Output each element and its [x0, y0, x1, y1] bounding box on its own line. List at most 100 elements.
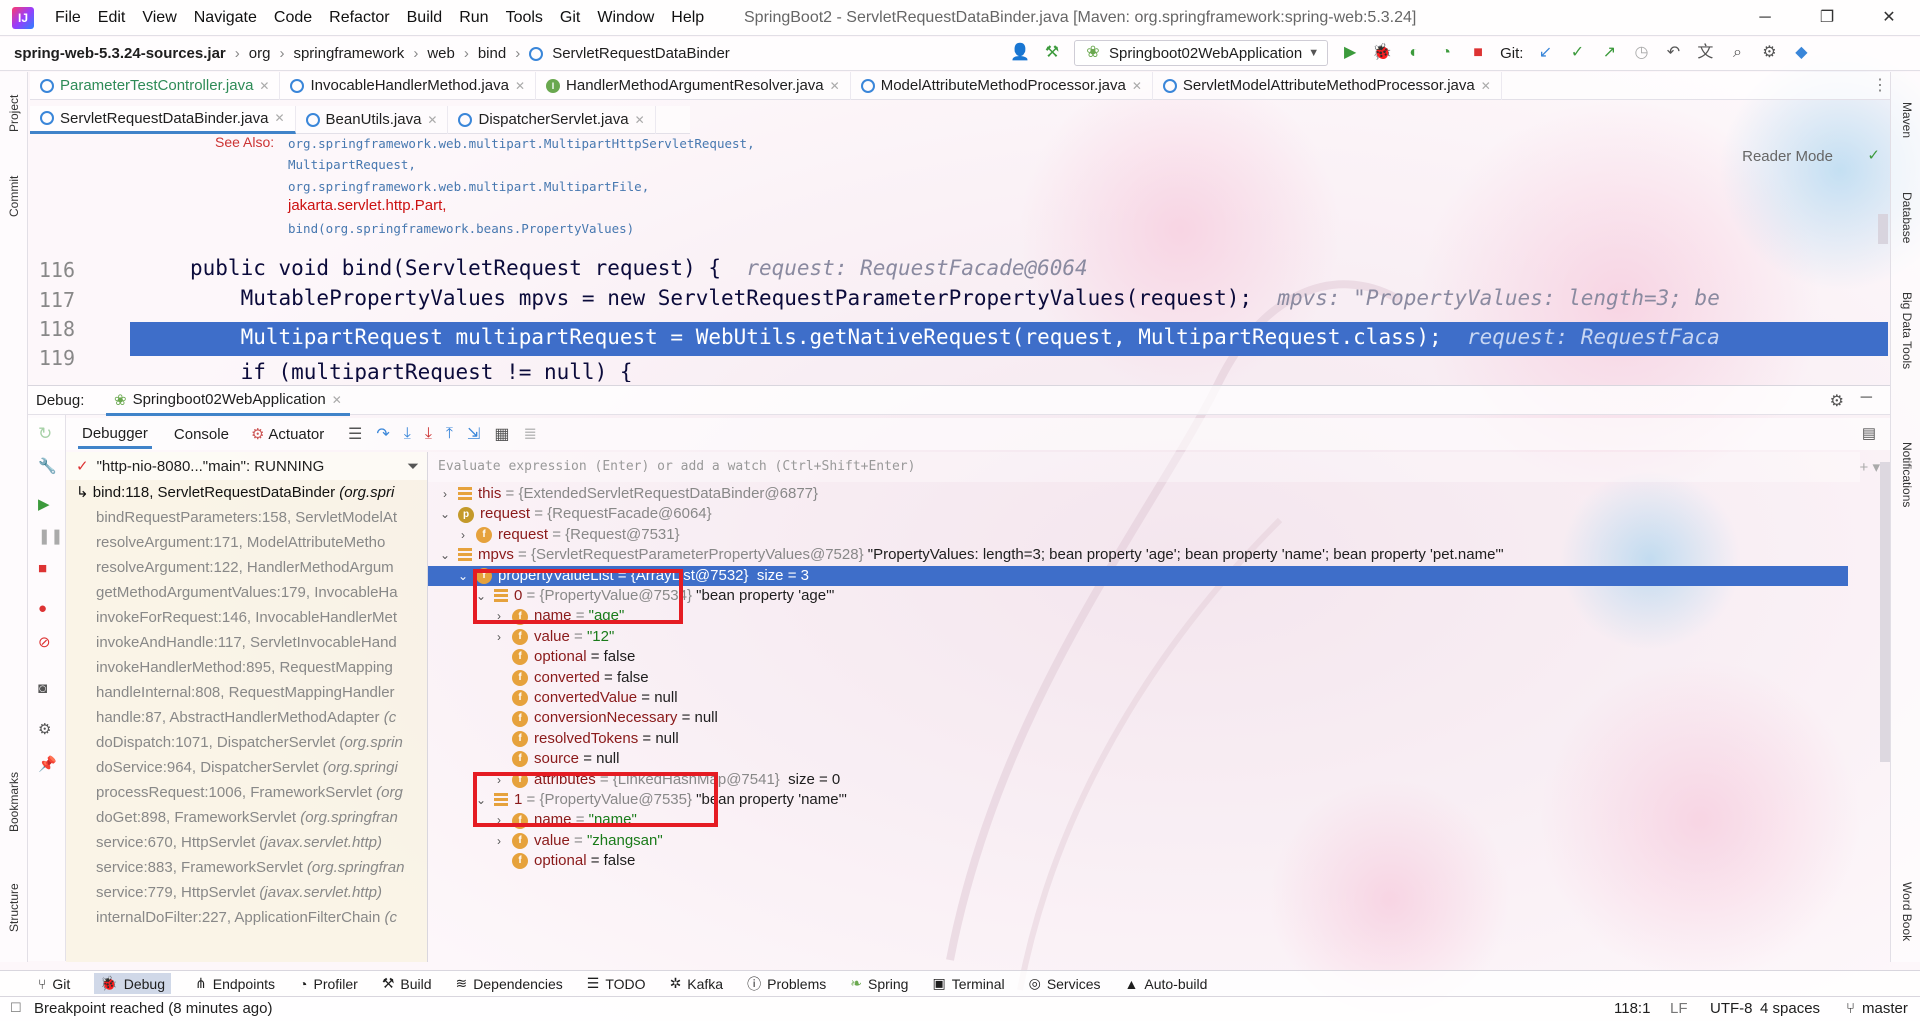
chevron-down-icon[interactable]: ⌄ [438, 504, 452, 524]
toolwindow-endpoints[interactable]: ⋔ Endpoints [195, 975, 275, 992]
menu-refactor[interactable]: Refactor [329, 9, 389, 27]
variable-node[interactable]: f resolvedTokens = null [428, 729, 1848, 749]
sidebar-commit[interactable]: Commit [7, 176, 21, 217]
menu-run[interactable]: Run [459, 9, 488, 27]
tab-parameter-test-controller[interactable]: ParameterTestController.java ✕ [30, 71, 281, 100]
menu-edit[interactable]: Edit [98, 9, 126, 27]
stop-icon[interactable]: ■ [1468, 43, 1488, 63]
gear-icon[interactable]: ⚙ [1830, 391, 1844, 411]
camera-icon[interactable]: ◙ [38, 680, 47, 697]
toolwindow-build[interactable]: ⚒ Build [382, 975, 432, 992]
rollback-icon[interactable]: ↶ [1663, 43, 1683, 63]
variable-node[interactable]: ⌄ p request = {RequestFacade@6064} [428, 504, 1848, 524]
run-configuration-select[interactable]: ❀ Springboot02WebApplication ▼ [1074, 40, 1329, 66]
close-icon[interactable]: ✕ [259, 79, 269, 93]
menu-code[interactable]: Code [274, 9, 312, 27]
toolwindow-auto-build[interactable]: ▲ Auto-build [1125, 976, 1208, 992]
gear-icon[interactable]: ⚙ [1759, 43, 1779, 63]
tabs-menu-icon[interactable]: ⋮ [1870, 76, 1890, 96]
variable-node[interactable]: f source = null [428, 749, 1848, 769]
sidebar-database[interactable]: Database [1900, 192, 1914, 243]
chevron-right-icon[interactable]: › [492, 831, 506, 851]
line-separator[interactable]: LF [1670, 1000, 1688, 1017]
stack-frame[interactable]: doGet:898, FrameworkServlet (org.springf… [66, 805, 427, 830]
pause-icon[interactable]: ❚❚ [38, 527, 63, 545]
chevron-right-icon[interactable]: › [492, 627, 506, 647]
close-icon[interactable]: ✕ [1132, 79, 1142, 93]
chevron-down-icon[interactable]: ⌄ [456, 566, 470, 586]
force-step-into-icon[interactable]: ⤓ [425, 425, 432, 443]
menu-help[interactable]: Help [671, 9, 704, 27]
file-encoding[interactable]: UTF-8 [1710, 1000, 1753, 1017]
filter-icon[interactable]: ⏷ [407, 458, 419, 475]
trace-icon[interactable]: ≣ [524, 424, 537, 444]
close-icon[interactable]: ✕ [830, 79, 840, 93]
menu-lines-icon[interactable]: ☰ [348, 424, 362, 444]
git-branch[interactable]: master [1862, 1000, 1908, 1017]
stack-frame[interactable]: processRequest:1006, FrameworkServlet (o… [66, 780, 427, 805]
tab-dispatcher-servlet[interactable]: DispatcherServlet.java ✕ [448, 105, 656, 134]
stack-frame[interactable]: resolveArgument:122, HandlerMethodArgum [66, 555, 427, 580]
debug-session-tab[interactable]: ❀ Springboot02WebApplication ✕ [106, 386, 350, 416]
run-icon[interactable]: ▶ [1340, 43, 1360, 63]
mute-breakpoints-icon[interactable]: ⊘ [38, 633, 51, 651]
close-icon[interactable]: ✕ [515, 79, 525, 93]
stack-frame[interactable]: service:883, FrameworkServlet (org.sprin… [66, 855, 427, 880]
thread-selector[interactable]: ✓ "http-nio-8080..."main": RUNNING ⏷ [66, 452, 427, 480]
breadcrumb-org[interactable]: org [249, 45, 271, 62]
variable-node[interactable]: ⌄ mpvs = {ServletRequestParameterProperty… [428, 545, 1848, 565]
step-into-icon[interactable]: ⤓ [404, 425, 411, 443]
user-icon[interactable]: 👤 [1010, 43, 1030, 63]
breadcrumb-web[interactable]: web [427, 45, 455, 62]
git-update-icon[interactable]: ↙ [1535, 43, 1555, 63]
menu-window[interactable]: Window [597, 9, 654, 27]
toolwindow-kafka[interactable]: ✲ Kafka [670, 975, 724, 992]
toolwindow-services[interactable]: ◎ Services [1029, 975, 1101, 992]
stack-frame[interactable]: ↳ bind:118, ServletRequestDataBinder (or… [66, 480, 427, 505]
sidebar-word-book[interactable]: Word Book [1900, 882, 1914, 941]
tab-debugger[interactable]: Debugger [78, 419, 152, 449]
stack-frame[interactable]: invokeForRequest:146, InvocableHandlerMe… [66, 605, 427, 630]
variable-node[interactable]: f conversionNecessary = null [428, 708, 1848, 728]
close-icon[interactable]: ✕ [635, 113, 645, 127]
step-over-icon[interactable]: ↷ [376, 424, 389, 444]
stack-frame[interactable]: bindRequestParameters:158, ServletModelA… [66, 505, 427, 530]
build-hammer-icon[interactable]: ⚒ [1042, 43, 1062, 63]
breadcrumb-springframework[interactable]: springframework [293, 45, 404, 62]
settings-icon[interactable]: ⚙ [38, 720, 51, 738]
tab-servlet-request-data-binder[interactable]: ServletRequestDataBinder.java ✕ [30, 105, 296, 134]
sidebar-notifications[interactable]: Notifications [1900, 442, 1914, 507]
editor-scrollbar[interactable] [1878, 214, 1888, 244]
menu-view[interactable]: View [142, 9, 176, 27]
stack-frame[interactable]: handle:87, AbstractHandlerMethodAdapter … [66, 705, 427, 730]
reader-mode-toggle[interactable]: Reader Mode [1742, 148, 1833, 165]
variable-node[interactable]: › f request = {Request@7531} [428, 525, 1848, 545]
coverage-icon[interactable]: ◐ [1404, 43, 1424, 63]
stack-frame[interactable]: doDispatch:1071, DispatcherServlet (org.… [66, 730, 427, 755]
close-icon[interactable]: ✕ [332, 393, 342, 407]
menu-git[interactable]: Git [560, 9, 580, 27]
evaluate-expression-input[interactable]: Evaluate expression (Enter) or add a wat… [428, 452, 1860, 482]
git-commit-icon[interactable]: ✓ [1567, 43, 1587, 63]
toolwindow-spring[interactable]: ❧ Spring [850, 975, 908, 992]
pin-icon[interactable]: 📌 [38, 755, 57, 773]
stop-icon[interactable]: ■ [38, 560, 47, 577]
sidebar-maven[interactable]: Maven [1900, 102, 1914, 138]
menu-build[interactable]: Build [407, 9, 443, 27]
chevron-down-icon[interactable]: ⌄ [438, 545, 452, 565]
variable-node[interactable]: f converted = false [428, 668, 1848, 688]
profile-icon[interactable]: ◔ [1436, 43, 1456, 63]
sidebar-bookmarks[interactable]: Bookmarks [7, 772, 21, 832]
stack-frame[interactable]: service:670, HttpServlet (javax.servlet.… [66, 830, 427, 855]
close-icon[interactable]: ✕ [1481, 79, 1491, 93]
tab-invocable-handler-method[interactable]: InvocableHandlerMethod.java ✕ [280, 71, 537, 100]
git-push-icon[interactable]: ↗ [1599, 43, 1619, 63]
chevron-right-icon[interactable]: › [456, 525, 470, 545]
status-message[interactable]: Breakpoint reached (8 minutes ago) [34, 1000, 272, 1017]
stack-frame[interactable]: invokeAndHandle:117, ServletInvocableHan… [66, 630, 427, 655]
square-icon[interactable]: ☐ [10, 1000, 22, 1016]
sidebar-big-data-tools[interactable]: Big Data Tools [1900, 292, 1914, 369]
history-icon[interactable]: ◷ [1631, 43, 1651, 63]
toolwindow-profiler[interactable]: ◔ Profiler [299, 976, 358, 992]
layout-icon[interactable]: ▤ [1862, 424, 1876, 442]
